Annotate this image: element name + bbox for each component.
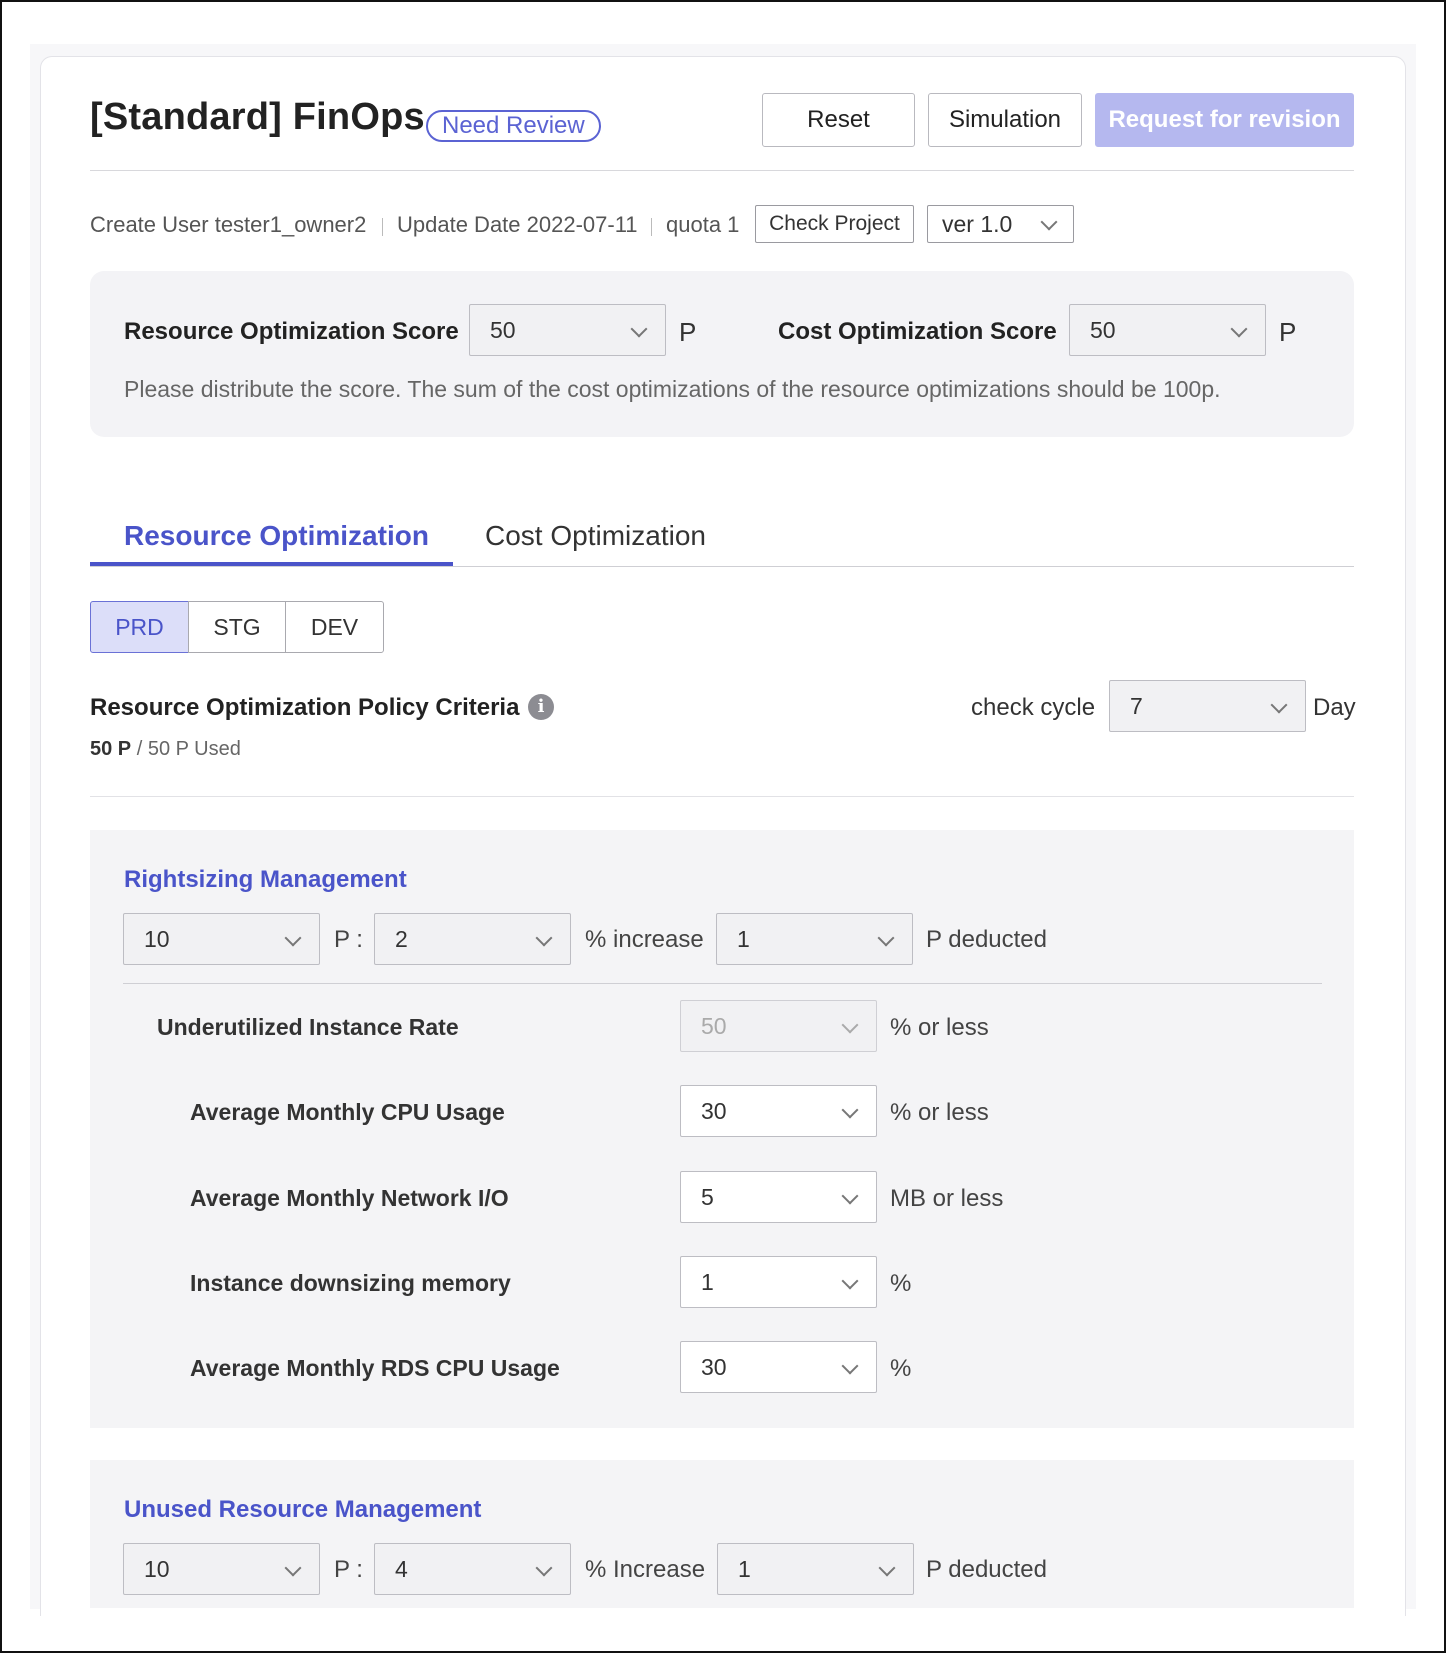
chevron-down-icon (841, 1101, 859, 1119)
create-user-text: Create User tester1_owner2 (90, 212, 367, 237)
version-value: ver 1.0 (942, 211, 1013, 237)
downsizing-memory-select[interactable]: 1 (680, 1256, 877, 1308)
chevron-down-icon (535, 929, 553, 947)
chevron-down-icon (878, 1559, 896, 1577)
check-cycle-select[interactable]: 7 (1109, 680, 1306, 732)
rightsizing-points-select[interactable]: 10 (123, 913, 320, 965)
tab-resource-optimization[interactable]: Resource Optimization (124, 520, 429, 552)
unused-points-separator: P : (334, 1556, 363, 1583)
chevron-down-icon (1040, 213, 1058, 231)
resource-score-label: Resource Optimization Score (124, 318, 459, 345)
policy-criteria-title: Resource Optimization Policy Criteria (90, 694, 520, 721)
underutilized-rate-unit: % or less (890, 1014, 989, 1041)
cost-score-select[interactable]: 50 (1069, 304, 1266, 356)
network-io-label: Average Monthly Network I/O (190, 1185, 509, 1211)
unused-deducted-select[interactable]: 1 (717, 1543, 914, 1595)
rightsizing-deducted-value: 1 (737, 926, 750, 952)
rightsizing-increase-value: 2 (395, 926, 408, 952)
downsizing-memory-label: Instance downsizing memory (190, 1270, 511, 1296)
chevron-down-icon (841, 1272, 859, 1290)
downsizing-memory-unit: % (890, 1270, 912, 1297)
env-tab-stg[interactable]: STG (188, 601, 286, 653)
unused-increase-value: 4 (395, 1556, 408, 1582)
rightsizing-points-separator: P : (334, 926, 363, 953)
tabs-divider (90, 566, 1354, 567)
cost-score-label: Cost Optimization Score (778, 318, 1057, 345)
downsizing-memory-value: 1 (701, 1269, 714, 1295)
chevron-down-icon (841, 1016, 859, 1034)
page-title: [Standard] FinOps (90, 96, 425, 138)
chevron-down-icon (1270, 696, 1288, 714)
quota-text: quota 1 (666, 212, 740, 237)
resource-score-select[interactable]: 50 (469, 304, 666, 356)
chevron-down-icon (877, 929, 895, 947)
points-used: 50 P / 50 P Used (90, 738, 241, 761)
underutilized-rate-label: Underutilized Instance Rate (157, 1014, 459, 1040)
unused-deducted-label: P deducted (926, 1556, 1047, 1583)
meta-separator (382, 218, 383, 236)
cpu-usage-value: 30 (701, 1098, 727, 1124)
check-cycle-value: 7 (1130, 693, 1143, 719)
chevron-down-icon (841, 1357, 859, 1375)
unused-increase-select[interactable]: 4 (374, 1543, 571, 1595)
rightsizing-deducted-select[interactable]: 1 (716, 913, 913, 965)
chevron-down-icon (630, 320, 648, 338)
status-badge: Need Review (426, 110, 601, 142)
unused-points-value: 10 (144, 1556, 170, 1582)
env-tab-dev[interactable]: DEV (285, 601, 384, 653)
check-cycle-unit: Day (1313, 694, 1356, 721)
rds-cpu-usage-select[interactable]: 30 (680, 1341, 877, 1393)
rightsizing-increase-select[interactable]: 2 (374, 913, 571, 965)
check-project-button[interactable]: Check Project (755, 205, 914, 243)
info-icon[interactable]: i (528, 694, 554, 720)
rightsizing-deducted-label: P deducted (926, 926, 1047, 953)
update-date-text: Update Date 2022-07-11 (397, 212, 638, 237)
reset-button[interactable]: Reset (762, 93, 915, 147)
chevron-down-icon (284, 929, 302, 947)
meta-separator (651, 218, 652, 236)
rightsizing-divider (123, 983, 1322, 984)
rightsizing-title: Rightsizing Management (124, 866, 407, 893)
cpu-usage-select[interactable]: 30 (680, 1085, 877, 1137)
unused-resource-title: Unused Resource Management (124, 1496, 482, 1523)
points-used-total: / 50 P Used (136, 738, 241, 760)
rds-cpu-usage-value: 30 (701, 1354, 727, 1380)
network-io-unit: MB or less (890, 1185, 1004, 1212)
points-used-value: 50 P (90, 738, 132, 760)
header-divider (90, 170, 1354, 171)
cpu-usage-unit: % or less (890, 1099, 989, 1126)
underutilized-rate-select: 50 (680, 1000, 877, 1052)
rds-cpu-usage-unit: % (890, 1355, 912, 1382)
resource-score-unit: P (679, 317, 697, 347)
active-tab-indicator (90, 562, 453, 566)
chevron-down-icon (1230, 320, 1248, 338)
unused-points-select[interactable]: 10 (123, 1543, 320, 1595)
score-hint: Please distribute the score. The sum of … (124, 376, 1221, 402)
network-io-value: 5 (701, 1184, 714, 1210)
cost-score-unit: P (1279, 317, 1297, 347)
check-cycle-label: check cycle (971, 694, 1096, 721)
policy-divider (90, 796, 1354, 797)
cpu-usage-label: Average Monthly CPU Usage (190, 1099, 505, 1125)
network-io-select[interactable]: 5 (680, 1171, 877, 1223)
rightsizing-points-value: 10 (144, 926, 170, 952)
tab-cost-optimization[interactable]: Cost Optimization (485, 520, 706, 552)
request-revision-button[interactable]: Request for revision (1095, 93, 1354, 147)
underutilized-rate-value: 50 (701, 1013, 727, 1039)
unused-deducted-value: 1 (738, 1556, 751, 1582)
chevron-down-icon (535, 1559, 553, 1577)
resource-score-value: 50 (490, 317, 516, 343)
version-select[interactable]: ver 1.0 (927, 205, 1074, 243)
chevron-down-icon (284, 1559, 302, 1577)
env-tab-prd[interactable]: PRD (90, 601, 189, 653)
cost-score-value: 50 (1090, 317, 1116, 343)
chevron-down-icon (841, 1187, 859, 1205)
unused-increase-label: % Increase (585, 1556, 706, 1583)
simulation-button[interactable]: Simulation (928, 93, 1082, 147)
rightsizing-increase-label: % increase (585, 926, 704, 953)
rds-cpu-usage-label: Average Monthly RDS CPU Usage (190, 1355, 560, 1381)
